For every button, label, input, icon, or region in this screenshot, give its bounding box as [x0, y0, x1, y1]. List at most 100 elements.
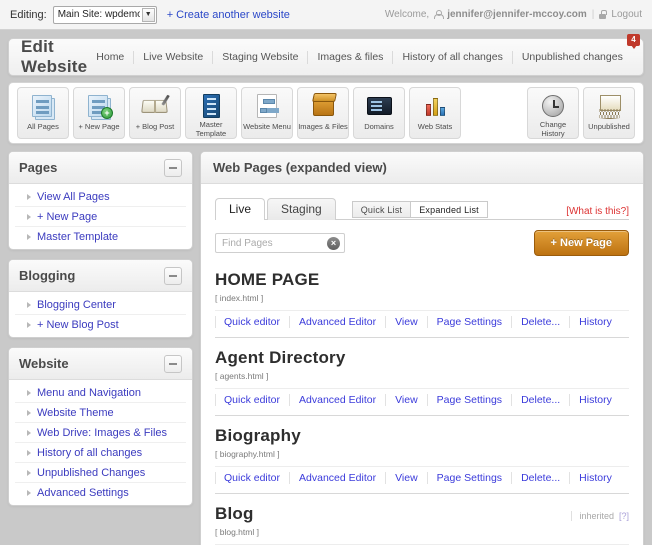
sidebar-item-label: History of all changes: [37, 446, 143, 459]
inherited-label: inherited: [571, 511, 614, 521]
unpublished-icon: [594, 92, 624, 120]
separator: |: [591, 9, 595, 20]
sidebar-item-menu-and-navigation[interactable]: Menu and Navigation: [15, 383, 186, 403]
sidebar-item-master-template[interactable]: Master Template: [15, 227, 186, 247]
sidebar-item-new-blog-post[interactable]: + New Blog Post: [15, 315, 186, 335]
help-icon[interactable]: [?]: [619, 511, 629, 521]
sidebar-item-label: Website Theme: [37, 406, 114, 419]
page-actions: Quick editor Advanced Editor View Page S…: [215, 310, 629, 335]
sidebar-item-label: + New Page: [37, 210, 98, 223]
action-history[interactable]: History: [569, 472, 621, 484]
tab-staging[interactable]: Staging: [267, 198, 336, 220]
action-history[interactable]: History: [569, 394, 621, 406]
action-page-settings[interactable]: Page Settings: [426, 394, 511, 406]
toggle-quick-list[interactable]: Quick List: [351, 201, 412, 218]
panel-body: Menu and Navigation Website Theme Web Dr…: [9, 380, 192, 505]
sidebar-item-web-drive[interactable]: Web Drive: Images & Files: [15, 423, 186, 443]
sidebar-item-label: + New Blog Post: [37, 319, 119, 331]
toolbar-web-stats[interactable]: Web Stats: [409, 87, 461, 139]
sidebar-item-view-all-pages[interactable]: View All Pages: [15, 187, 186, 207]
sidebar-item-website-theme[interactable]: Website Theme: [15, 403, 186, 423]
action-page-settings[interactable]: Page Settings: [426, 472, 511, 484]
action-delete[interactable]: Delete...: [511, 472, 569, 484]
sidebar-panel-pages: Pages View All Pages + New Page Master T…: [8, 151, 193, 250]
action-quick-editor[interactable]: Quick editor: [215, 472, 289, 484]
collapse-icon[interactable]: [164, 354, 182, 373]
action-advanced-editor[interactable]: Advanced Editor: [289, 472, 385, 484]
sidebar-item-advanced-settings[interactable]: Advanced Settings: [15, 483, 186, 503]
action-view[interactable]: View: [385, 316, 427, 328]
nav-staging-website[interactable]: Staging Website: [212, 50, 307, 64]
nav-history-of-all-changes[interactable]: History of all changes: [392, 50, 511, 64]
page-entry: Blog inherited [?] [ blog.html ] Quick e…: [215, 493, 629, 545]
toolbar-master-template[interactable]: Master Template: [185, 87, 237, 139]
sidebar-item-label: Advanced Settings: [37, 487, 129, 499]
toolbar-label: Website Menu: [243, 122, 291, 131]
nav-images-files[interactable]: Images & files: [307, 50, 392, 64]
toolbar-unpublished[interactable]: Unpublished: [583, 87, 635, 139]
action-page-settings[interactable]: Page Settings: [426, 316, 511, 328]
action-advanced-editor[interactable]: Advanced Editor: [289, 394, 385, 406]
page-entry: HOME PAGE [ index.html ] Quick editor Ad…: [215, 270, 629, 335]
view-toggle-group: Quick List Expanded List: [351, 201, 488, 218]
panel-body: View All Pages + New Page Master Templat…: [9, 184, 192, 249]
icon-toolbar: All Pages + + New Page + Blog Post Maste…: [8, 82, 644, 144]
logout-link[interactable]: Logout: [611, 9, 642, 20]
toolbar-label: Domains: [364, 122, 394, 131]
toolbar-domains[interactable]: Domains: [353, 87, 405, 139]
action-quick-editor[interactable]: Quick editor: [215, 394, 289, 406]
toolbar-blog-post[interactable]: + Blog Post: [129, 87, 181, 139]
new-page-button[interactable]: + New Page: [533, 230, 629, 256]
inherited-wrap: inherited [?]: [571, 511, 629, 521]
page-actions: Quick editor Advanced Editor View Page S…: [215, 388, 629, 413]
toolbar-website-menu[interactable]: Website Menu: [241, 87, 293, 139]
nav-unpublished-changes[interactable]: Unpublished changes: [511, 50, 632, 64]
toolbar-images-files[interactable]: Images & Files: [297, 87, 349, 139]
page-entry-file: [ index.html ]: [215, 293, 264, 303]
collapse-icon[interactable]: [164, 266, 182, 285]
sidebar-item-label: Web Drive: Images & Files: [37, 426, 168, 439]
main-panel-body: Live Staging Quick List Expanded List [W…: [201, 184, 643, 545]
sidebar-item-label: Menu and Navigation: [37, 386, 141, 399]
nav-home[interactable]: Home: [87, 51, 133, 64]
toolbar-new-page[interactable]: + + New Page: [73, 87, 125, 139]
nav-live-website[interactable]: Live Website: [133, 50, 212, 64]
user-email[interactable]: jennifer@jennifer-mccoy.com: [447, 9, 587, 20]
tab-live[interactable]: Live: [215, 198, 266, 220]
toolbar-all-pages[interactable]: All Pages: [17, 87, 69, 139]
create-another-website-link[interactable]: + Create another website: [167, 9, 290, 21]
chevron-right-icon: [27, 490, 31, 496]
site-select[interactable]: Main Site: wpdemo.myrealpagewebsite.co ▼: [52, 5, 157, 24]
what-is-this-link[interactable]: [What is this?]: [566, 206, 629, 217]
clear-icon[interactable]: ×: [327, 237, 340, 250]
main-panel-title: Web Pages (expanded view): [213, 160, 387, 175]
sidebar-item-new-page[interactable]: + New Page: [15, 207, 186, 227]
action-advanced-editor[interactable]: Advanced Editor: [289, 316, 385, 328]
lock-icon: [599, 10, 607, 19]
action-view[interactable]: View: [385, 394, 427, 406]
sidebar-item-history-of-all-changes[interactable]: History of all changes: [15, 443, 186, 463]
action-delete[interactable]: Delete...: [511, 316, 569, 328]
sidebar-item-blogging-center[interactable]: Blogging Center: [15, 295, 186, 315]
panel-header: Website: [9, 348, 192, 380]
search-box: ×: [215, 233, 345, 253]
sidebar-item-unpublished-changes[interactable]: Unpublished Changes: [15, 463, 186, 483]
sidebar-item-label: Unpublished Changes: [37, 466, 146, 479]
page-entry-title: HOME PAGE: [215, 270, 320, 289]
chevron-right-icon: [27, 409, 31, 416]
page-entry-file: [ biography.html ]: [215, 449, 280, 459]
page-entry-title: Agent Directory: [215, 348, 346, 367]
toolbar-change-history[interactable]: Change History: [527, 87, 579, 139]
action-quick-editor[interactable]: Quick editor: [215, 316, 289, 328]
search-input[interactable]: [216, 234, 344, 252]
action-history[interactable]: History: [569, 316, 621, 328]
sidebar-item-label: Master Template: [37, 231, 119, 243]
collapse-icon[interactable]: [164, 158, 182, 177]
toolbar-label: + New Page: [78, 122, 120, 131]
page-title-row: Biography: [215, 426, 629, 446]
action-delete[interactable]: Delete...: [511, 394, 569, 406]
domains-icon: [364, 92, 394, 120]
top-bar-right: Welcome, jennifer@jennifer-mccoy.com | L…: [385, 9, 642, 20]
action-view[interactable]: View: [385, 472, 427, 484]
toggle-expanded-list[interactable]: Expanded List: [411, 201, 488, 218]
